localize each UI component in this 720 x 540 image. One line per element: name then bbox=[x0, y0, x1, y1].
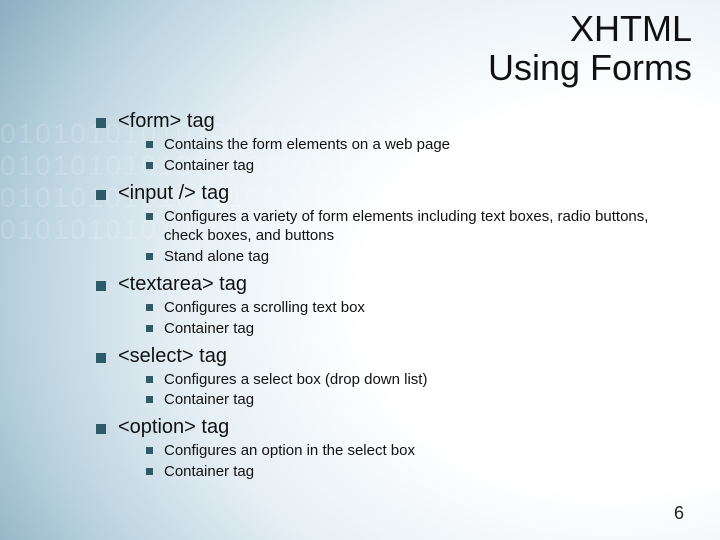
bullet-label: <form> tag bbox=[118, 110, 215, 132]
sub-bullet: Configures a select box (drop down list) bbox=[146, 370, 680, 390]
sub-bullet: Container tag bbox=[146, 156, 680, 176]
bullet-select-tag: <select> tag Configures a select box (dr… bbox=[96, 345, 680, 411]
sub-bullet: Stand alone tag bbox=[146, 247, 680, 267]
sub-bullet: Container tag bbox=[146, 319, 680, 339]
bullet-textarea-tag: <textarea> tag Configures a scrolling te… bbox=[96, 273, 680, 339]
sub-bullet: Configures a scrolling text box bbox=[146, 298, 680, 318]
title-line-2: Using Forms bbox=[488, 47, 692, 88]
slide-title: XHTML Using Forms bbox=[488, 10, 692, 88]
sub-bullet: Container tag bbox=[146, 462, 680, 482]
sub-bullet: Contains the form elements on a web page bbox=[146, 135, 680, 155]
bullet-label: <input /> tag bbox=[118, 182, 229, 204]
title-line-1: XHTML bbox=[570, 8, 692, 49]
bullet-label: <textarea> tag bbox=[118, 273, 247, 295]
page-number: 6 bbox=[674, 503, 684, 524]
bullet-form-tag: <form> tag Contains the form elements on… bbox=[96, 110, 680, 176]
bullet-option-tag: <option> tag Configures an option in the… bbox=[96, 416, 680, 482]
bullet-input-tag: <input /> tag Configures a variety of fo… bbox=[96, 182, 680, 267]
bullet-label: <select> tag bbox=[118, 345, 227, 367]
sub-bullet: Container tag bbox=[146, 390, 680, 410]
bullet-label: <option> tag bbox=[118, 416, 229, 438]
slide-body: <form> tag Contains the form elements on… bbox=[96, 110, 680, 488]
sub-bullet: Configures a variety of form elements in… bbox=[146, 207, 680, 247]
sub-bullet: Configures an option in the select box bbox=[146, 441, 680, 461]
